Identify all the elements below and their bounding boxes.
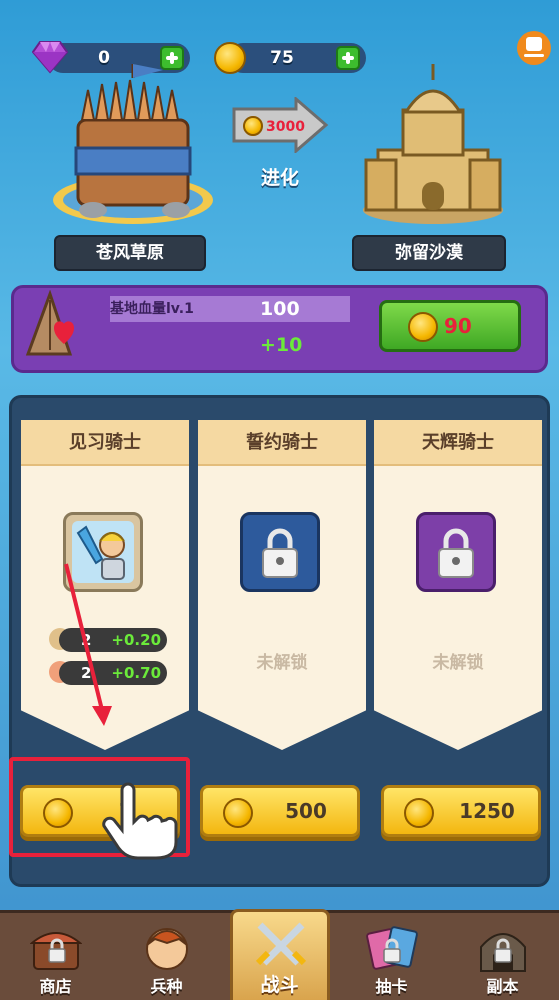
nav-dungeon[interactable]: 副本 [447, 913, 558, 1000]
nav-label: 兵种 [150, 977, 183, 996]
current-stage-label: 苍风草原 [54, 235, 206, 271]
coin-counter: 75 [228, 43, 366, 73]
lock-icon [494, 938, 512, 963]
lock-icon [262, 528, 298, 578]
card-title: 誓约骑士 [198, 420, 366, 466]
base-hp-panel: 基地血量lv.1 100 +10 90 [11, 285, 548, 373]
nav-label: 战斗 [260, 974, 299, 996]
knight-card-oath: 誓约骑士 未解锁 [198, 420, 366, 750]
radiant-knight-portrait [416, 512, 496, 592]
lock-icon [438, 528, 474, 578]
nav-troops[interactable]: 兵种 [111, 913, 222, 1000]
coin-icon [404, 798, 434, 828]
base-rock-icon [25, 290, 74, 356]
base-hp-value: 100 [260, 298, 300, 320]
buy-radiant-price: 1250 [459, 799, 515, 823]
base-upgrade-cost: 90 [444, 314, 472, 338]
troops-icon [146, 928, 188, 970]
tutorial-hand-icon [102, 782, 178, 860]
card-title: 见习骑士 [21, 420, 189, 466]
coin-icon [223, 798, 253, 828]
lock-icon [48, 938, 66, 963]
nav-label: 抽卡 [375, 977, 408, 996]
buy-oath-price: 500 [285, 799, 327, 823]
nav-battle[interactable]: 战斗 [224, 913, 335, 1000]
grassland-fort-image [53, 64, 213, 224]
coin-icon [214, 42, 246, 74]
nav-label: 商店 [39, 977, 72, 996]
base-upgrade-coin-icon [408, 312, 438, 342]
bottom-nav: 商店 兵种 战斗 抽卡 副本 [0, 909, 559, 1000]
nav-gacha[interactable]: 抽卡 [336, 913, 447, 1000]
evolve-label[interactable]: 进化 [255, 163, 305, 190]
buy-oath-button[interactable]: 500 [200, 785, 360, 837]
next-stage-label: 弥留沙漠 [352, 235, 506, 271]
nav-label: 副本 [486, 977, 519, 996]
oath-knight-portrait [240, 512, 320, 592]
nav-shop[interactable]: 商店 [0, 913, 111, 1000]
base-hp-title: 基地血量lv.1 [110, 301, 194, 317]
age-rating-badge [517, 31, 551, 65]
base-upgrade-button[interactable]: 90 [379, 300, 521, 352]
lock-icon [383, 938, 401, 963]
buy-radiant-button[interactable]: 1250 [381, 785, 541, 837]
card-title: 天辉骑士 [374, 420, 542, 466]
evolve-cost: 3000 [266, 119, 305, 135]
add-coins-button[interactable] [336, 46, 360, 70]
desert-castle-image [363, 64, 503, 224]
knight-card-radiant: 天辉骑士 未解锁 [374, 420, 542, 750]
tutorial-arrow [64, 563, 112, 726]
locked-status: 未解锁 [432, 653, 484, 673]
crossed-swords-icon [255, 922, 307, 966]
locked-status: 未解锁 [256, 653, 308, 673]
base-hp-increment: +10 [260, 334, 303, 356]
evolve-coin-icon [243, 116, 263, 136]
